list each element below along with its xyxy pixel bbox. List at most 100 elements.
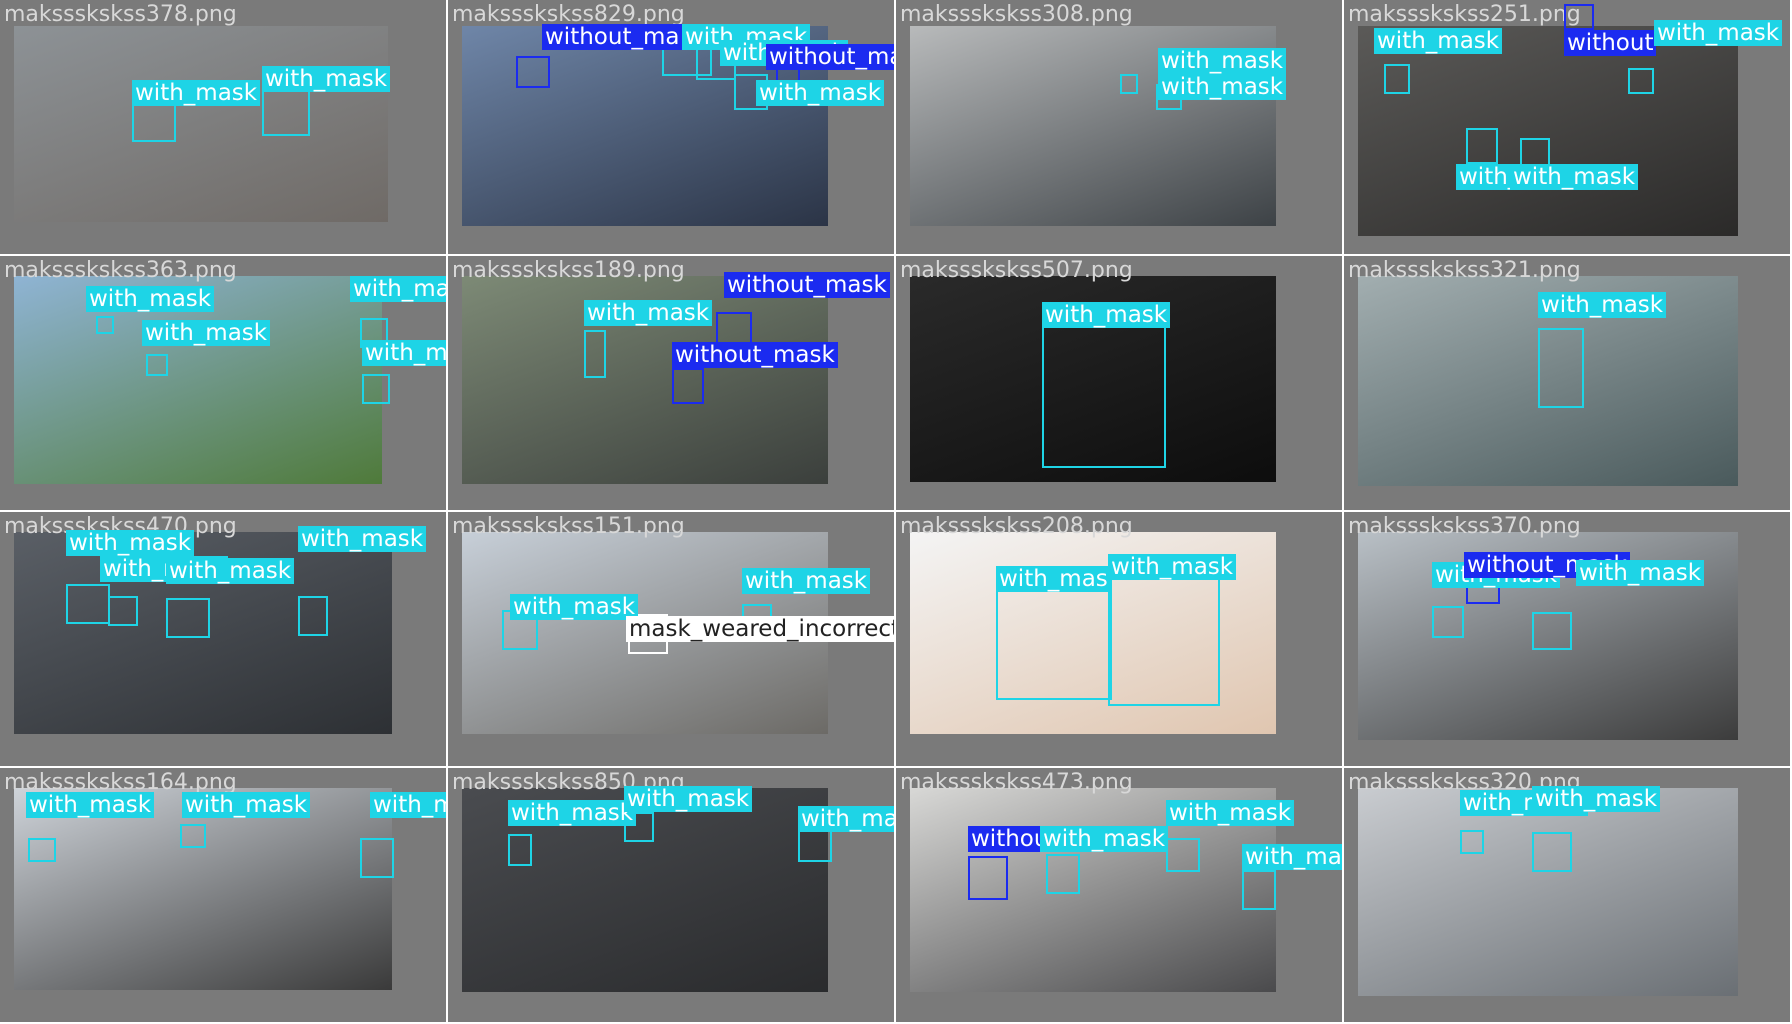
- image-tile: makssskskss208.png with_mas with_mask: [896, 512, 1342, 766]
- detection-box-with-mask: [166, 598, 210, 638]
- detection-label: with_mask: [1042, 302, 1171, 328]
- image-tile: makssskskss308.png with_mask with_mask: [896, 0, 1342, 254]
- image-tile: makssskskss151.png with_mask with_mask mask…: [448, 512, 894, 766]
- detection-box-with-mask: [1538, 328, 1584, 408]
- detection-label: with_mask: [26, 792, 155, 818]
- detection-label: with_mask: [262, 66, 391, 92]
- detection-box-with-mask: [584, 330, 606, 378]
- detection-box-with-mask: [1108, 570, 1220, 706]
- detection-label: without_mask: [766, 44, 894, 70]
- detection-label: with_mask: [1040, 826, 1169, 852]
- detection-label: with_mask: [1654, 20, 1783, 46]
- detection-box-with-mask: [180, 824, 206, 848]
- image-filename: makssskskss208.png: [900, 514, 1133, 539]
- image-filename: makssskskss370.png: [1348, 514, 1581, 539]
- detection-label: with_mask: [166, 558, 295, 584]
- detection-label: with_mask: [742, 568, 871, 594]
- detection-box-with-mask: [28, 838, 56, 862]
- detection-label: with_mask: [1538, 292, 1667, 318]
- detection-box-with-mask: [508, 834, 532, 866]
- detection-box-without-mask: [516, 56, 550, 88]
- image-tile: makssskskss829.png without_ma with_mask wit…: [448, 0, 894, 254]
- detection-box-without-mask: [1564, 4, 1594, 30]
- image-filename: makssskskss251.png: [1348, 2, 1581, 27]
- detection-label: with_mask: [510, 594, 639, 620]
- detection-label: with_mask: [362, 340, 446, 366]
- detection-label: with_mask: [1242, 844, 1342, 870]
- detection-box-with-mask: [362, 374, 390, 404]
- detection-label: with_mask: [1510, 164, 1639, 190]
- image-tile: makssskskss473.pngwith_maskwith_maskwith…: [896, 768, 1342, 1022]
- image-tile: makssskskss321.png with_mask: [1344, 256, 1790, 510]
- image-filename: makssskskss378.png: [4, 2, 237, 27]
- detection-label: with_mask: [298, 526, 427, 552]
- detection-box-with-mask: [1628, 68, 1654, 94]
- image-filename: makssskskss308.png: [900, 2, 1133, 27]
- detection-label: with_mask: [798, 806, 894, 832]
- detection-label: without_mask: [672, 342, 838, 368]
- detection-box-with-mask: [798, 828, 832, 862]
- detection-box-with-mask: [360, 838, 394, 878]
- detection-box-with-mask: [1432, 606, 1464, 638]
- detection-label: with_mask: [508, 800, 637, 826]
- image-tile: makssskskss320.png with_mask with_mask: [1344, 768, 1790, 1022]
- detection-label: with_mask: [182, 792, 311, 818]
- detection-label: with_mask: [1108, 554, 1237, 580]
- detection-label: with_mask: [350, 276, 446, 302]
- detection-box-with-mask: [66, 584, 110, 624]
- detection-box-with-mask: [1532, 612, 1572, 650]
- detection-label: with_mask: [86, 286, 215, 312]
- detection-label: with_mask: [1166, 800, 1295, 826]
- detection-box-with-mask: [132, 100, 176, 142]
- detection-box-with-mask: [146, 354, 168, 376]
- detection-label: without_mask: [724, 272, 890, 298]
- photo-placeholder: [1358, 788, 1738, 996]
- detection-box-with-mask: [1466, 128, 1498, 164]
- image-tile: makssskskss164.png with_mask with_mask with…: [0, 768, 446, 1022]
- detection-box-with-mask: [1166, 838, 1200, 872]
- detection-box-with-mask: [262, 86, 310, 136]
- detection-label: without: [1564, 30, 1657, 56]
- detection-label: with_mask: [142, 320, 271, 346]
- detection-box-with-mask: [1384, 64, 1410, 94]
- detection-label: without_ma: [542, 24, 683, 50]
- image-tile: makssskskss850.png with_mask with_mask with…: [448, 768, 894, 1022]
- photo-placeholder: [14, 26, 388, 222]
- detection-label: with_mask: [370, 792, 446, 818]
- detection-label: with_mask: [1158, 48, 1287, 74]
- detection-label: with_mas: [996, 566, 1111, 592]
- detection-label: with_mask: [66, 530, 195, 556]
- image-filename: makssskskss321.png: [1348, 258, 1581, 283]
- detection-label: with_mask: [756, 80, 885, 106]
- image-tile: makssskskss370.pngwith_maskwithout_maskw…: [1344, 512, 1790, 766]
- image-tile: makssskskss189.png with_mask without_mask w…: [448, 256, 894, 510]
- detection-label: with_mask: [624, 786, 753, 812]
- image-filename: makssskskss507.png: [900, 258, 1133, 283]
- detection-box-with-mask: [1532, 832, 1572, 872]
- image-filename: makssskskss189.png: [452, 258, 685, 283]
- image-tile: makssskskss507.png with_mask: [896, 256, 1342, 510]
- detection-label: with_mask: [1576, 560, 1705, 586]
- image-filename: makssskskss151.png: [452, 514, 685, 539]
- detection-box-without-mask: [672, 368, 704, 404]
- detection-label: with_mask: [584, 300, 713, 326]
- detection-box-with-mask: [96, 316, 114, 334]
- detection-grid: makssskskss378.png with_mask with_mask maks…: [0, 0, 1792, 1024]
- detection-box-with-mask: [1242, 870, 1276, 910]
- photo-placeholder: [14, 788, 392, 990]
- image-filename: makssskskss473.png: [900, 770, 1133, 795]
- detection-box-with-mask: [1460, 830, 1484, 854]
- photo-placeholder: [1358, 26, 1738, 236]
- image-tile: makssskskss470.png with_mask with_mask with…: [0, 512, 446, 766]
- detection-box-with-mask: [108, 596, 138, 626]
- detection-box-with-mask: [1042, 306, 1166, 468]
- detection-box-with-mask: [298, 596, 328, 636]
- image-tile: makssskskss251.png with_mask without with_m…: [1344, 0, 1790, 254]
- detection-box-with-mask: [1046, 854, 1080, 894]
- detection-label: with_mask: [1532, 786, 1661, 812]
- detection-box-without-mask: [968, 856, 1008, 900]
- image-tile: makssskskss378.png with_mask with_mask: [0, 0, 446, 254]
- detection-label: with_mask: [132, 80, 261, 106]
- image-tile: makssskskss363.png with_mask with_mask with…: [0, 256, 446, 510]
- detection-box-with-mask: [1120, 74, 1138, 94]
